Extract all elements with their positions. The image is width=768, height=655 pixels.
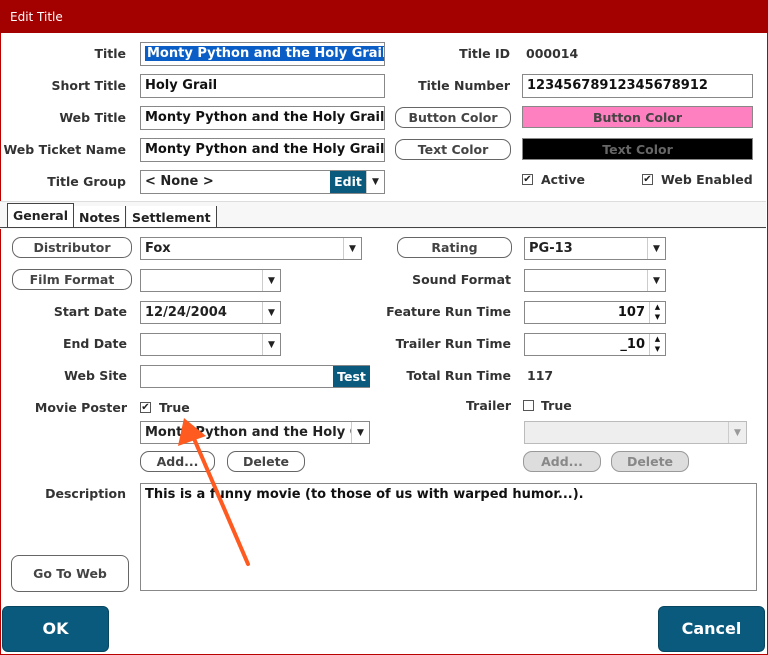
window-titlebar: Edit Title xyxy=(0,0,768,33)
web-title-input[interactable]: Monty Python and the Holy Grail xyxy=(140,106,385,130)
trailer-delete-button[interactable]: Delete xyxy=(611,451,689,472)
short-title-input[interactable]: Holy Grail xyxy=(140,74,385,98)
chevron-down-icon[interactable]: ▼ xyxy=(351,422,369,443)
movie-poster-label: Movie Poster xyxy=(34,400,127,415)
title-group-label: Title Group xyxy=(47,174,126,189)
distributor-value: Fox xyxy=(145,241,171,256)
button-color-button[interactable]: Button Color xyxy=(395,107,511,128)
rating-value: PG-13 xyxy=(529,241,573,256)
feature-run-time-input[interactable]: 107 ▲ ▼ xyxy=(524,301,666,324)
trailer-run-time-value: _10 xyxy=(620,337,645,352)
start-date-label: Start Date xyxy=(53,304,127,319)
end-date-picker[interactable]: ▼ xyxy=(140,333,281,356)
text-color-button[interactable]: Text Color xyxy=(395,139,511,160)
chevron-down-icon[interactable]: ▼ xyxy=(262,302,280,323)
trailer-add-button[interactable]: Add... xyxy=(523,451,601,472)
web-title-label: Web Title xyxy=(59,110,126,125)
cancel-button[interactable]: Cancel xyxy=(658,606,765,652)
movie-poster-true-label: True xyxy=(159,400,190,415)
poster-delete-button[interactable]: Delete xyxy=(227,451,305,472)
spinner-arrows-icon[interactable]: ▲ ▼ xyxy=(649,334,665,355)
title-label: Title xyxy=(94,46,126,61)
chevron-down-icon[interactable]: ▼ xyxy=(647,238,665,259)
trailer-file-select[interactable]: ▼ xyxy=(524,421,747,444)
spin-up-icon[interactable]: ▲ xyxy=(650,334,665,344)
chevron-down-icon[interactable]: ▼ xyxy=(366,171,384,193)
title-id-label: Title ID xyxy=(459,46,510,61)
title-number-input[interactable]: 12345678912345678912 xyxy=(522,74,753,98)
short-title-label: Short Title xyxy=(51,78,126,93)
chevron-down-icon[interactable]: ▼ xyxy=(647,270,665,291)
chevron-down-icon[interactable]: ▼ xyxy=(343,238,361,259)
title-id-value: 000014 xyxy=(526,46,579,61)
web-enabled-label: Web Enabled xyxy=(661,172,753,187)
total-run-time-value: 117 xyxy=(527,368,554,383)
title-input[interactable]: Monty Python and the Holy Grail xyxy=(140,42,385,66)
distributor-select[interactable]: Fox ▼ xyxy=(140,237,362,260)
spin-down-icon[interactable]: ▼ xyxy=(650,344,665,354)
tab-general[interactable]: General xyxy=(7,203,74,227)
feature-run-time-label: Feature Run Time xyxy=(386,304,511,319)
window-title: Edit Title xyxy=(10,10,63,24)
edit-button[interactable]: Edit xyxy=(330,171,366,193)
distributor-button[interactable]: Distributor xyxy=(12,237,132,258)
tab-settlement[interactable]: Settlement xyxy=(127,206,217,227)
description-label: Description xyxy=(45,486,126,501)
title-selected-text: Monty Python and the Holy Grail xyxy=(145,46,384,61)
trailer-run-time-input[interactable]: _10 ▲ ▼ xyxy=(524,333,666,356)
trailer-true-label: True xyxy=(541,398,572,413)
start-date-value: 12/24/2004 xyxy=(145,305,227,320)
film-format-button[interactable]: Film Format xyxy=(12,269,132,290)
web-site-label: Web Site xyxy=(64,368,127,383)
chevron-down-icon[interactable]: ▼ xyxy=(262,270,280,291)
spin-up-icon[interactable]: ▲ xyxy=(650,302,665,312)
test-button[interactable]: Test xyxy=(333,366,370,387)
end-date-label: End Date xyxy=(62,336,127,351)
web-enabled-checkbox[interactable]: ✔ xyxy=(642,174,653,185)
text-color-swatch: Text Color xyxy=(522,138,753,160)
sound-format-select[interactable]: ▼ xyxy=(524,269,666,292)
spin-down-icon[interactable]: ▼ xyxy=(650,312,665,322)
trailer-label: Trailer xyxy=(466,398,511,413)
description-textarea[interactable]: This is a funny movie (to those of us wi… xyxy=(140,483,757,591)
chevron-down-icon[interactable]: ▼ xyxy=(262,334,280,355)
trailer-run-time-label: Trailer Run Time xyxy=(395,336,511,351)
trailer-checkbox[interactable] xyxy=(523,400,534,411)
total-run-time-label: Total Run Time xyxy=(406,368,511,383)
active-checkbox[interactable]: ✔ xyxy=(522,174,533,185)
start-date-picker[interactable]: 12/24/2004 ▼ xyxy=(140,301,281,324)
poster-add-button[interactable]: Add... xyxy=(140,451,215,472)
tab-divider xyxy=(0,227,766,228)
movie-poster-checkbox[interactable]: ✔ xyxy=(140,402,151,413)
ok-button[interactable]: OK xyxy=(2,606,109,652)
title-group-value: < None > xyxy=(145,174,214,189)
button-color-swatch: Button Color xyxy=(522,106,753,128)
title-number-label: Title Number xyxy=(418,78,510,93)
feature-run-time-value: 107 xyxy=(617,305,645,320)
web-ticket-name-label: Web Ticket Name xyxy=(3,142,126,157)
movie-poster-file-value: Monty Python and the Holy Gr xyxy=(145,425,367,440)
sound-format-label: Sound Format xyxy=(412,272,511,287)
chevron-down-icon[interactable]: ▼ xyxy=(728,422,746,443)
tab-notes[interactable]: Notes xyxy=(74,206,126,227)
go-to-web-button[interactable]: Go To Web xyxy=(11,555,129,592)
rating-select[interactable]: PG-13 ▼ xyxy=(524,237,666,260)
film-format-select[interactable]: ▼ xyxy=(140,269,281,292)
title-group-select[interactable]: < None > Edit ▼ xyxy=(140,170,385,194)
spinner-arrows-icon[interactable]: ▲ ▼ xyxy=(649,302,665,323)
active-label: Active xyxy=(541,172,585,187)
web-ticket-name-input[interactable]: Monty Python and the Holy Grail xyxy=(140,138,385,162)
rating-button[interactable]: Rating xyxy=(397,237,512,258)
movie-poster-file-select[interactable]: Monty Python and the Holy Gr ▼ xyxy=(140,421,370,444)
